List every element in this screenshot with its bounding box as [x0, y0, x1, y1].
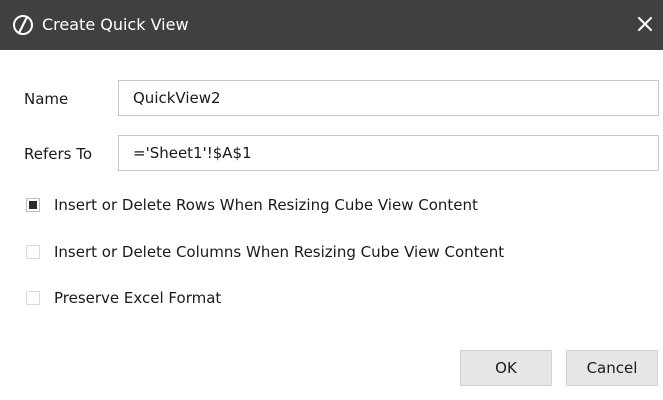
- dialog-title: Create Quick View: [42, 15, 189, 34]
- close-icon: [638, 17, 652, 31]
- insert-delete-rows-checkbox[interactable]: [26, 198, 40, 212]
- ok-button[interactable]: OK: [460, 350, 552, 386]
- insert-delete-columns-option[interactable]: Insert or Delete Columns When Resizing C…: [26, 240, 504, 264]
- preserve-excel-format-option[interactable]: Preserve Excel Format: [26, 286, 221, 310]
- name-label: Name: [24, 90, 69, 108]
- cancel-button[interactable]: Cancel: [566, 350, 658, 386]
- preserve-excel-format-checkbox[interactable]: [26, 291, 40, 305]
- title-bar: Create Quick View: [0, 0, 663, 50]
- insert-delete-columns-checkbox[interactable]: [26, 245, 40, 259]
- create-quick-view-dialog: Create Quick View Name Refers To Insert …: [0, 0, 663, 400]
- insert-delete-rows-option[interactable]: Insert or Delete Rows When Resizing Cube…: [26, 193, 478, 217]
- onestream-logo-icon: [12, 14, 34, 36]
- insert-delete-columns-label: Insert or Delete Columns When Resizing C…: [54, 243, 505, 261]
- preserve-excel-format-label: Preserve Excel Format: [54, 289, 222, 307]
- refers-to-label: Refers To: [24, 145, 93, 163]
- refers-to-input[interactable]: [118, 135, 659, 171]
- insert-delete-rows-label: Insert or Delete Rows When Resizing Cube…: [54, 196, 478, 214]
- close-button[interactable]: [633, 12, 657, 36]
- name-input[interactable]: [118, 80, 659, 116]
